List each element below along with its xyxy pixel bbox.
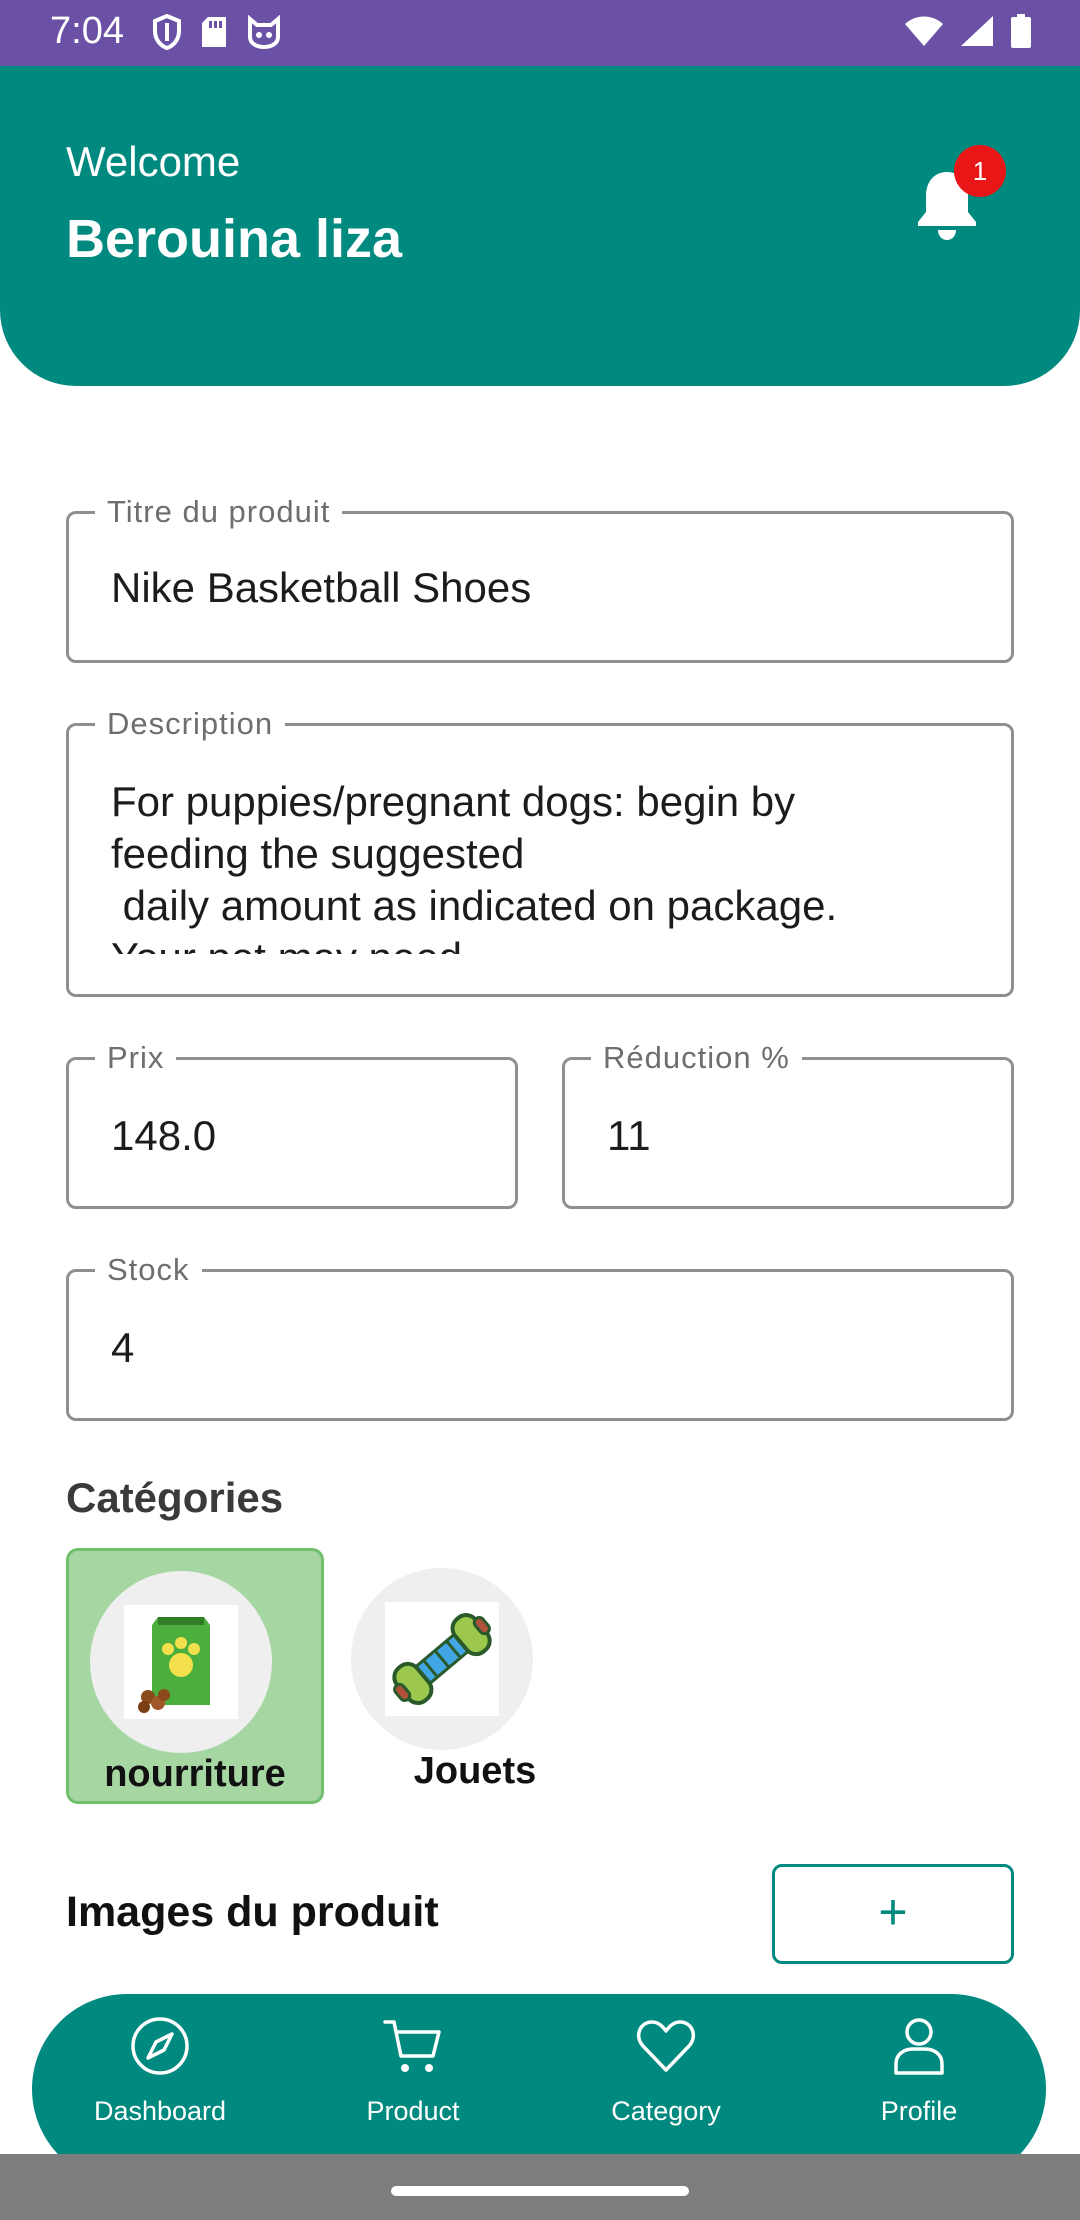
dog-food-bag-icon [124, 1605, 238, 1719]
nav-label-product: Product [366, 2096, 460, 2126]
discount-label: Réduction % [591, 1041, 802, 1075]
price-field[interactable]: Prix 148.0 [66, 1041, 518, 1209]
user-icon [894, 2018, 944, 2075]
welcome-header: Welcome Berouina liza 1 [0, 66, 1080, 386]
battery-icon [1011, 14, 1031, 48]
welcome-text: Welcome [66, 138, 241, 185]
description-value[interactable]: For puppies/pregnant dogs: begin by feed… [111, 776, 981, 954]
add-image-button[interactable]: + [772, 1864, 1014, 1964]
cat-face-icon [248, 15, 280, 49]
category-card-nourriture[interactable]: nourriture [66, 1548, 324, 1804]
status-bar: 7:04 [0, 0, 1080, 66]
categories-title: Catégories [66, 1474, 284, 1521]
signal-icon [961, 16, 993, 46]
cart-icon [383, 2020, 441, 2072]
discount-field[interactable]: Réduction % 11 [562, 1041, 1014, 1209]
nav-label-profile: Profile [880, 2096, 958, 2126]
discount-value[interactable]: 11 [607, 1112, 651, 1160]
price-label: Prix [95, 1041, 177, 1075]
product-title-label: Titre du produit [95, 495, 343, 529]
wifi-icon [905, 16, 943, 46]
stock-label: Stock [95, 1253, 202, 1287]
category-label: Jouets [413, 1750, 537, 1792]
product-title-field[interactable]: Titre du produit Nike Basketball Shoes [66, 495, 1014, 663]
status-time: 7:04 [50, 10, 124, 52]
rope-toy-icon [385, 1602, 499, 1716]
category-label: nourriture [104, 1753, 286, 1795]
nav-label-dashboard: Dashboard [93, 2096, 227, 2126]
price-value[interactable]: 148.0 [111, 1112, 216, 1160]
home-gesture-handle[interactable] [391, 2186, 689, 2196]
category-card-jouets[interactable]: Jouets [330, 1548, 588, 1804]
stock-value[interactable]: 4 [111, 1324, 134, 1372]
status-icons-right [904, 14, 1032, 48]
user-name: Berouina liza [66, 209, 403, 269]
product-title-value[interactable]: Nike Basketball Shoes [111, 564, 531, 612]
nav-label-category: Category [611, 2096, 721, 2126]
sd-card-icon [202, 17, 226, 47]
description-field[interactable]: Description For puppies/pregnant dogs: b… [66, 707, 1014, 997]
compass-icon [131, 2017, 189, 2075]
stock-field[interactable]: Stock 4 [66, 1253, 1014, 1421]
category-image-frame [90, 1571, 272, 1753]
category-image-frame [351, 1568, 533, 1750]
notification-badge[interactable]: 1 [954, 145, 1006, 197]
description-label: Description [95, 707, 286, 741]
heart-icon [636, 2020, 696, 2072]
images-title: Images du produit [66, 1888, 439, 1936]
shield-icon [153, 14, 181, 50]
gesture-area [0, 2154, 1080, 2220]
status-icons-left [152, 14, 282, 50]
